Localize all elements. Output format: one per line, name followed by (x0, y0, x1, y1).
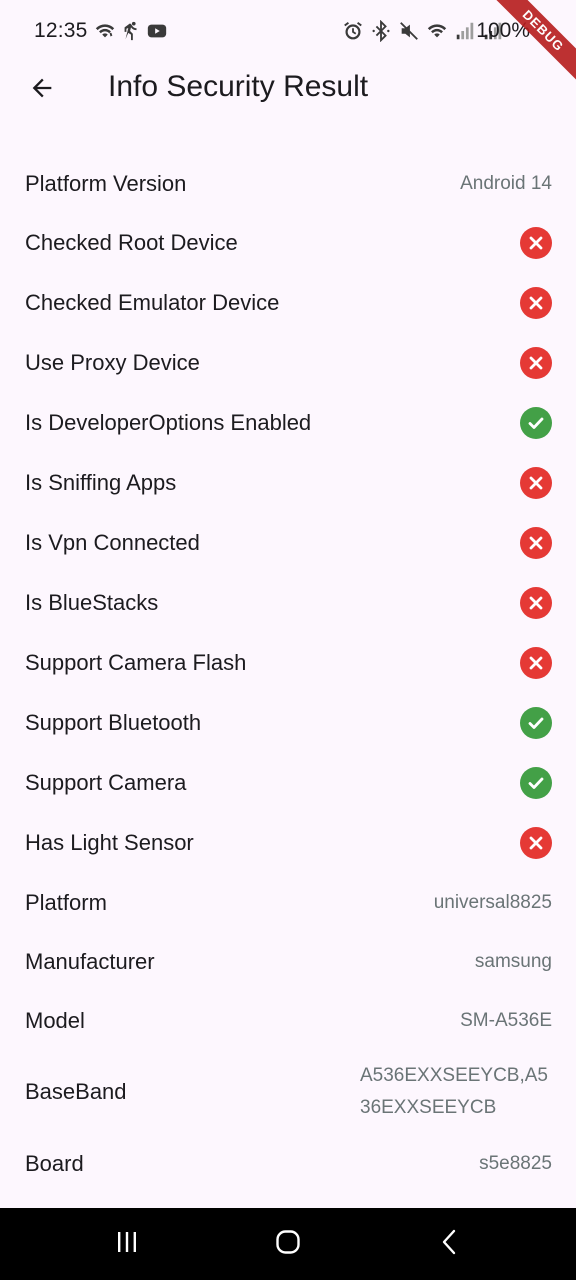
list-item: Support Camera Flash (0, 633, 576, 693)
arrow-left-icon (28, 74, 56, 107)
row-label: Is Sniffing Apps (25, 470, 177, 495)
running-icon (120, 20, 142, 42)
signal-icon (454, 20, 476, 42)
list-item: Support Bluetooth (0, 693, 576, 753)
row-value: A536EXXSEEYCB,A536EXXSEEYCB (360, 1065, 548, 1118)
row-value: Android 14 (460, 172, 552, 194)
list-item: Checked Root Device (0, 213, 576, 273)
list-item: Manufacturer samsung (0, 932, 576, 991)
screen: 12:35 100% DEBUG Info Security Result Pl… (0, 0, 576, 1280)
row-label: Is BlueStacks (25, 590, 159, 615)
check-circle-icon (520, 707, 552, 739)
back-icon (436, 1228, 464, 1261)
row-value: samsung (474, 950, 552, 972)
recents-button[interactable] (107, 1226, 147, 1262)
cancel-circle-icon (520, 827, 552, 859)
list-item: BaseBand A536EXXSEEYCB,A536EXXSEEYCB (0, 1050, 576, 1134)
row-value: s5e8825 (479, 1152, 552, 1174)
row-label: Platform (25, 889, 107, 915)
list-item: Support Camera (0, 753, 576, 813)
cancel-circle-icon (520, 587, 552, 619)
row-label: Board (25, 1150, 84, 1176)
check-circle-icon (520, 407, 552, 439)
list-item: Model SM-A536E (0, 991, 576, 1050)
row-label: Support Bluetooth (25, 710, 202, 735)
list-item: Use Proxy Device (0, 333, 576, 393)
status-time: 12:35 (34, 19, 88, 42)
cancel-circle-icon (520, 227, 552, 259)
list-item: Board s5e8825 (0, 1134, 576, 1193)
home-button[interactable] (268, 1226, 308, 1262)
row-label: Model (25, 1007, 85, 1033)
row-label: Has Light Sensor (25, 830, 194, 855)
bluetooth-icon (370, 20, 392, 42)
row-label: Support Camera Flash (25, 650, 247, 675)
wifi-icon (426, 20, 448, 42)
cancel-circle-icon (520, 527, 552, 559)
back-button[interactable] (20, 68, 64, 112)
navigation-bar (0, 1208, 576, 1280)
row-label: Manufacturer (25, 948, 155, 974)
mute-icon (398, 20, 420, 42)
row-label: Checked Emulator Device (25, 290, 280, 315)
row-label: BaseBand (25, 1079, 127, 1104)
row-value: SM-A536E (460, 1009, 552, 1031)
list-item: Is Sniffing Apps (0, 453, 576, 513)
alarm-icon (342, 20, 364, 42)
nav-back-button[interactable] (430, 1226, 470, 1262)
list-item: Platform Version Android 14 (0, 154, 576, 213)
list-item: Has Light Sensor (0, 813, 576, 873)
list-item: Is Vpn Connected (0, 513, 576, 573)
list-item: Checked Emulator Device (0, 273, 576, 333)
status-left-icons (94, 20, 168, 42)
recents-icon (113, 1228, 141, 1261)
row-label: Is Vpn Connected (25, 530, 200, 555)
app-bar: Info Security Result (0, 64, 576, 114)
page-title: Info Security Result (108, 70, 369, 103)
cancel-circle-icon (520, 287, 552, 319)
row-value: universal8825 (433, 891, 552, 913)
list-item: Is BlueStacks (0, 573, 576, 633)
cancel-circle-icon (520, 647, 552, 679)
youtube-icon (146, 20, 168, 42)
row-label: Is DeveloperOptions Enabled (25, 410, 312, 435)
cancel-circle-icon (520, 347, 552, 379)
home-icon (274, 1228, 302, 1261)
row-label: Platform Version (25, 170, 187, 196)
row-label: Use Proxy Device (25, 350, 200, 375)
list-item: Is DeveloperOptions Enabled (0, 393, 576, 453)
cancel-circle-icon (520, 467, 552, 499)
list-item: Platform universal8825 (0, 873, 576, 932)
check-circle-icon (520, 767, 552, 799)
row-label: Support Camera (25, 770, 187, 795)
wifi-calling-icon (94, 20, 116, 42)
result-list: Platform Version Android 14 Checked Root D… (0, 154, 576, 1193)
row-label: Checked Root Device (25, 230, 238, 255)
